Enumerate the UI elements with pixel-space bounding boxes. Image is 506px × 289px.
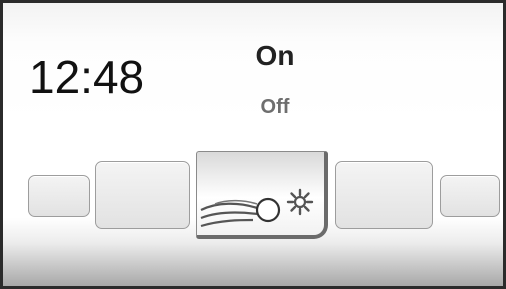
appliance-display: 12:48 On Off — [0, 0, 506, 289]
steam-lamp-sun-icon — [200, 188, 314, 228]
carousel-tile-left[interactable] — [95, 161, 190, 229]
carousel-tile-right[interactable] — [335, 161, 433, 229]
carousel-tile-far-left[interactable] — [28, 175, 90, 217]
mode-option-on[interactable]: On — [243, 39, 307, 73]
carousel-tile-far-right[interactable] — [440, 175, 500, 217]
carousel-tile-active[interactable] — [196, 151, 328, 239]
clock-time: 12:48 — [29, 51, 145, 103]
mode-option-off[interactable]: Off — [243, 95, 307, 119]
